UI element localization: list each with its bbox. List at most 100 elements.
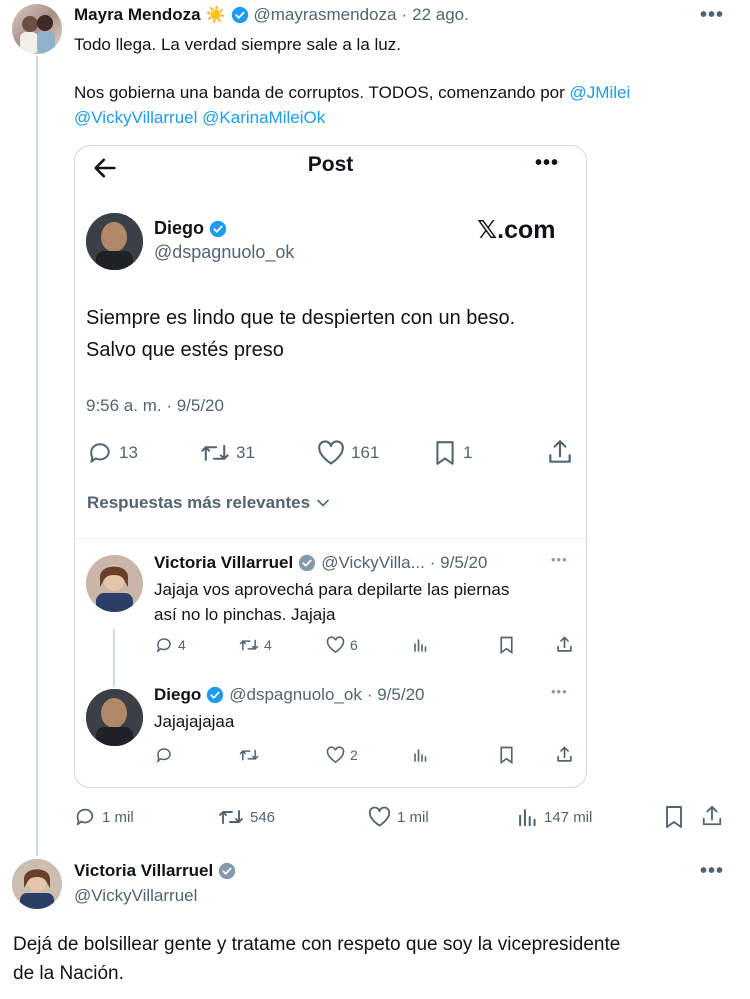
reply-author-name[interactable]: Victoria Villarruel bbox=[74, 861, 213, 881]
reply1-text-line1: Jajaja vos aprovechá para depilarte las … bbox=[154, 580, 510, 599]
mention-jmilei[interactable]: @JMilei bbox=[570, 83, 631, 102]
reply1-retweet-value: 4 bbox=[264, 637, 272, 653]
card-author-handle[interactable]: @dspagnuolo_ok bbox=[154, 242, 294, 263]
card-more-icon[interactable]: ••• bbox=[535, 152, 559, 175]
separator-dot: · bbox=[401, 5, 408, 24]
main-share-icon[interactable] bbox=[701, 804, 723, 833]
reply2-author-name[interactable]: Diego bbox=[154, 685, 201, 705]
reply2-share-icon[interactable] bbox=[556, 745, 573, 769]
card-like-count[interactable]: 161 bbox=[317, 440, 379, 466]
reply1-more-icon[interactable]: ••• bbox=[551, 552, 568, 567]
reply-author-handle[interactable]: @VickyVillarruel bbox=[74, 886, 197, 906]
chevron-down-icon bbox=[317, 499, 329, 507]
reply1-author-name[interactable]: Victoria Villarruel bbox=[154, 553, 293, 573]
avatar-victoria[interactable] bbox=[86, 555, 143, 612]
reply1-bookmark-icon[interactable] bbox=[499, 636, 514, 659]
reply1-views-icon[interactable] bbox=[412, 637, 428, 658]
verified-badge-icon bbox=[209, 220, 227, 237]
heart-icon bbox=[326, 746, 345, 764]
reply-tweet-text-line2: de la Nación. bbox=[13, 963, 124, 984]
reply1-date: · 9/5/20 bbox=[429, 553, 488, 572]
sort-label: Respuestas más relevantes bbox=[87, 493, 311, 512]
main-reply-value: 1 mil bbox=[102, 808, 134, 826]
author-handle[interactable]: @mayrasmendoza bbox=[254, 5, 397, 25]
tweet-text-prefix: Nos gobierna una banda de corruptos. TOD… bbox=[74, 83, 565, 102]
main-views-value: 147 mil bbox=[544, 808, 593, 826]
card-reply-value: 13 bbox=[119, 443, 138, 462]
reply1-handle[interactable]: @VickyVilla... bbox=[321, 553, 425, 573]
verified-gray-badge-icon[interactable] bbox=[218, 862, 236, 880]
card-share-icon[interactable] bbox=[547, 438, 573, 471]
thread-line bbox=[36, 56, 38, 856]
reply-icon bbox=[156, 638, 171, 653]
heart-icon bbox=[318, 440, 344, 465]
avatar-victoria-reply[interactable] bbox=[12, 859, 62, 909]
reply1-share-icon[interactable] bbox=[556, 635, 573, 659]
views-icon bbox=[519, 809, 536, 827]
avatar-diego-reply[interactable] bbox=[86, 689, 143, 746]
tweet-text-line2: Nos gobierna una banda de corruptos. TOD… bbox=[74, 80, 724, 130]
main-reply-count[interactable]: 1 mil bbox=[74, 806, 134, 828]
reply2-reply-icon[interactable] bbox=[155, 746, 173, 769]
reply-tweet-text-line1: Dejá de bolsillear gente y tratame con r… bbox=[13, 934, 621, 955]
reply2-text: Jajajajajaa bbox=[154, 712, 235, 731]
reply1-reply-count[interactable]: 4 bbox=[155, 636, 186, 654]
reply1-text-line2: así no lo pinchas. Jajaja bbox=[154, 605, 336, 624]
reply-tweet-text: Dejá de bolsillear gente y tratame con r… bbox=[13, 930, 620, 988]
reply2-more-icon[interactable]: ••• bbox=[551, 684, 568, 699]
avatar-image bbox=[20, 15, 55, 54]
reply-more-options-icon[interactable]: ••• bbox=[700, 860, 724, 883]
card-header-title: Post bbox=[307, 153, 354, 176]
reply2-handle[interactable]: @dspagnuolo_ok bbox=[229, 685, 362, 705]
reply1-retweet-count[interactable]: 4 bbox=[239, 636, 272, 654]
reply-thread-line bbox=[113, 629, 115, 687]
heart-icon bbox=[326, 636, 345, 654]
reply2-views-icon[interactable] bbox=[412, 747, 428, 768]
card-reply-count[interactable]: 13 bbox=[87, 440, 138, 466]
main-like-count[interactable]: 1 mil bbox=[368, 806, 429, 828]
embedded-post-card[interactable]: Post ••• Diego @dspagnuolo_ok 𝕏.com Siem… bbox=[74, 145, 587, 788]
retweet-icon bbox=[239, 639, 259, 651]
card-post-text-line2: Salvo que estés preso bbox=[86, 339, 284, 361]
bookmark-icon bbox=[436, 441, 454, 465]
reply1-like-value: 6 bbox=[350, 637, 358, 653]
main-retweet-count[interactable]: 546 bbox=[218, 806, 275, 828]
reply2-like-count[interactable]: 2 bbox=[326, 746, 358, 764]
card-retweet-value: 31 bbox=[236, 443, 255, 462]
reply1-like-count[interactable]: 6 bbox=[326, 636, 358, 654]
more-options-icon[interactable]: ••• bbox=[700, 4, 724, 27]
reply2-bookmark-icon[interactable] bbox=[499, 746, 514, 769]
avatar-diego[interactable] bbox=[86, 213, 143, 270]
mention-vickyvillarruel[interactable]: @VickyVillarruel bbox=[74, 108, 197, 127]
card-post-text-line1: Siempre es lindo que te despierten con u… bbox=[86, 307, 516, 329]
heart-icon bbox=[368, 806, 391, 827]
verified-badge-icon bbox=[207, 686, 224, 704]
avatar-mayra[interactable] bbox=[12, 4, 62, 54]
divider bbox=[75, 538, 586, 539]
reply2-retweet-icon[interactable] bbox=[239, 746, 259, 769]
main-bookmark-icon[interactable] bbox=[664, 805, 684, 834]
author-name[interactable]: Mayra Mendoza bbox=[74, 5, 201, 25]
tweet-date[interactable]: 22 ago. bbox=[412, 5, 469, 25]
card-like-value: 161 bbox=[351, 443, 380, 462]
card-timestamp: 9:56 a. m. · 9/5/20 bbox=[86, 396, 224, 415]
mention-karinamileiok[interactable]: @KarinaMileiOk bbox=[202, 108, 325, 127]
reply2-like-value: 2 bbox=[350, 747, 358, 763]
card-bookmark-value: 1 bbox=[463, 443, 473, 462]
reply1-reply-value: 4 bbox=[178, 637, 186, 653]
card-retweet-count[interactable]: 31 bbox=[200, 440, 255, 466]
card-bookmark-count[interactable]: 1 bbox=[433, 440, 472, 466]
reply-icon bbox=[76, 808, 94, 826]
retweet-icon bbox=[219, 810, 243, 824]
card-post-text: Siempre es lindo que te despierten con u… bbox=[86, 302, 515, 366]
verified-gray-badge-icon bbox=[299, 554, 316, 572]
verified-badge-icon[interactable] bbox=[231, 6, 249, 24]
retweet-icon bbox=[201, 445, 229, 461]
main-retweet-value: 546 bbox=[250, 808, 276, 826]
tweet-text-line1: Todo llega. La verdad siempre sale a la … bbox=[74, 35, 401, 54]
card-author-name[interactable]: Diego bbox=[154, 218, 204, 239]
main-views-count[interactable]: 147 mil bbox=[516, 806, 592, 828]
main-like-value: 1 mil bbox=[397, 808, 429, 826]
sort-relevant-dropdown[interactable]: Respuestas más relevantes bbox=[87, 493, 330, 513]
reply-icon bbox=[90, 443, 110, 463]
